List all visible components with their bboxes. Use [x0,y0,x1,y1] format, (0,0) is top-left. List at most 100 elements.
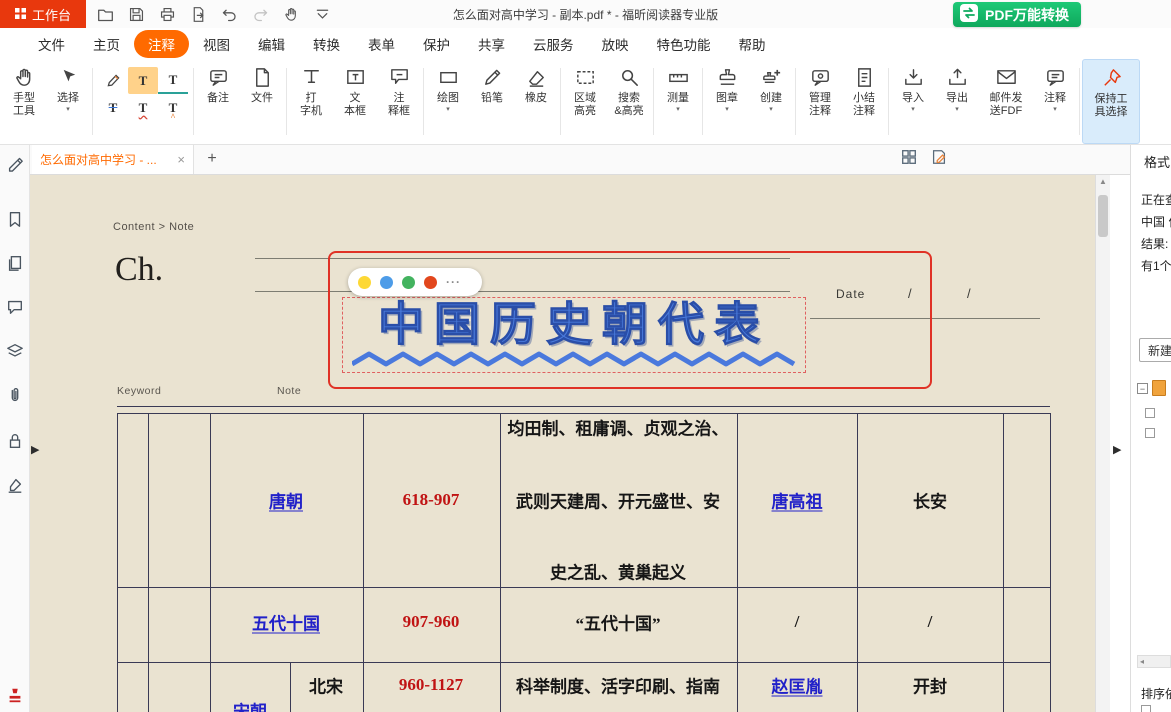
menu-share[interactable]: 共享 [464,30,519,58]
menu-help[interactable]: 帮助 [725,30,780,58]
edit-tools-icon[interactable] [5,153,25,173]
result-checkbox[interactable] [1145,428,1155,438]
color-blue-button[interactable] [380,276,393,289]
menu-cloud[interactable]: 云服务 [519,30,588,58]
menu-comment[interactable]: 注释 [134,30,189,58]
comments-panel-button[interactable]: 注释 ▾ [1033,59,1077,144]
typewriter-button[interactable]: 打 字机 [289,59,333,144]
import-dropdown-caret[interactable]: ▾ [911,106,915,113]
customize-toolbar-icon[interactable] [313,5,331,23]
menu-features[interactable]: 特色功能 [643,30,725,58]
export-dropdown-caret[interactable]: ▾ [955,106,959,113]
format-panel-tab[interactable]: 格式 [1144,152,1170,171]
search-query-text: 中国 位 [1141,213,1171,230]
result-checkbox[interactable] [1145,408,1155,418]
menu-home[interactable]: 主页 [79,30,134,58]
stamp-button[interactable]: 图章 ▾ [705,59,749,144]
page-thumbnails-icon[interactable] [5,253,25,273]
stamp-validation-icon[interactable] [5,685,25,705]
color-red-button[interactable] [424,276,437,289]
security-icon[interactable] [5,431,25,451]
stamp-dropdown-caret[interactable]: ▾ [725,106,729,113]
tree-collapse-icon[interactable]: − [1137,383,1148,394]
eraser-button[interactable]: 橡皮 [514,59,558,144]
create-stamp-button[interactable]: 创建 ▾ [749,59,793,144]
select-tool-button[interactable]: 选择 ▾ [46,59,90,144]
menu-convert[interactable]: 转换 [299,30,354,58]
attachments-icon[interactable] [5,385,25,405]
drawing-dropdown-caret[interactable]: ▾ [446,106,450,113]
table-cell-dynasty-group[interactable]: 宋朝 [233,698,267,712]
print-icon[interactable] [158,5,176,23]
measure-button[interactable]: 测量 ▾ [656,59,700,144]
insert-text-button[interactable]: T^ [158,94,188,121]
new-tab-button[interactable]: + [202,149,222,169]
menu-protect[interactable]: 保护 [409,30,464,58]
workbench-button[interactable]: 工作台 [0,0,86,28]
color-green-button[interactable] [402,276,415,289]
table-cell-dynasty[interactable]: 五代十国 [252,610,320,635]
scrollbar-thumb[interactable] [1098,195,1108,237]
annotation-title-text[interactable]: 中国历史朝代表 [348,299,800,350]
menu-view[interactable]: 视图 [189,30,244,58]
pdf-page[interactable]: Content > Note Ch. Date / / 中国历史朝代表 ··· … [30,175,1095,712]
import-comments-button[interactable]: 导入 ▾ [891,59,935,144]
strikeout-text-button[interactable]: T [98,94,128,121]
right-panel-toggle-icon[interactable]: ▶ [1113,445,1121,456]
bookmarks-icon[interactable] [5,209,25,229]
area-highlight-button[interactable]: 区域 高亮 [563,59,607,144]
callout-button[interactable]: 注 释框 [377,59,421,144]
panel-horizontal-scrollbar[interactable]: ◂ [1137,655,1171,668]
menu-edit[interactable]: 编辑 [244,30,299,58]
menu-file[interactable]: 文件 [24,30,79,58]
menu-form[interactable]: 表单 [354,30,409,58]
pdf-converter-button[interactable]: PDF万能转换 [953,2,1081,27]
color-yellow-button[interactable] [358,276,371,289]
redo-icon[interactable] [251,5,269,23]
squiggly-text-button[interactable]: T [128,94,158,121]
pencil-button[interactable]: 铅笔 [470,59,514,144]
search-highlight-button[interactable]: 搜索 &高亮 [607,59,651,144]
sort-option-checkbox[interactable] [1141,705,1151,712]
create-dropdown-caret[interactable]: ▾ [769,106,773,113]
hand-tool-quick-icon[interactable] [282,5,300,23]
new-search-button[interactable]: 新建 [1139,338,1171,362]
summarize-comments-button[interactable]: 小结 注释 [842,59,886,144]
table-cell-founder[interactable]: 赵匡胤 [772,673,823,698]
highlight-pen-button[interactable] [98,67,128,94]
table-cell-dynasty[interactable]: 唐朝 [269,488,303,513]
highlight-text-button[interactable]: T [128,67,158,94]
drawing-button[interactable]: 绘图 ▾ [426,59,470,144]
signature-icon[interactable] [5,475,25,495]
email-fdf-button[interactable]: 邮件发 送FDF [979,59,1033,144]
left-panel-toggle-icon[interactable]: ▶ [31,445,39,456]
layers-icon[interactable] [5,341,25,361]
hand-tool-button[interactable]: 手型 工具 [2,59,46,144]
scroll-left-icon[interactable]: ◂ [1140,657,1144,666]
grid-view-icon[interactable] [900,148,918,171]
comments-list-icon[interactable] [5,297,25,317]
keep-tool-selected-button[interactable]: 保持工 具选择 [1082,59,1140,144]
document-tab[interactable]: 怎么面对高中学习 - ... × [32,145,194,174]
export-comments-button[interactable]: 导出 ▾ [935,59,979,144]
vertical-scrollbar[interactable]: ▲ [1095,175,1110,712]
note-button[interactable]: 备注 [196,59,240,144]
export-doc-icon[interactable] [189,5,207,23]
manage-comments-button[interactable]: 管理 注释 [798,59,842,144]
save-icon[interactable] [127,5,145,23]
quick-annotation-icon[interactable] [930,148,948,171]
menu-present[interactable]: 放映 [588,30,643,58]
more-options-icon[interactable]: ··· [446,276,461,288]
measure-dropdown-caret[interactable]: ▾ [676,106,680,113]
file-attachment-button[interactable]: 文件 [240,59,284,144]
underline-text-button[interactable]: T [158,67,188,94]
select-dropdown-caret[interactable]: ▾ [66,106,70,113]
textbox-button[interactable]: 文 本框 [333,59,377,144]
open-file-icon[interactable] [96,5,114,23]
results-tree-item[interactable]: − [1137,380,1166,396]
comments-dropdown-caret[interactable]: ▾ [1053,106,1057,113]
scroll-up-icon[interactable]: ▲ [1096,177,1110,186]
table-cell-founder[interactable]: 唐高祖 [772,488,823,513]
tab-close-icon[interactable]: × [177,152,185,167]
undo-icon[interactable] [220,5,238,23]
